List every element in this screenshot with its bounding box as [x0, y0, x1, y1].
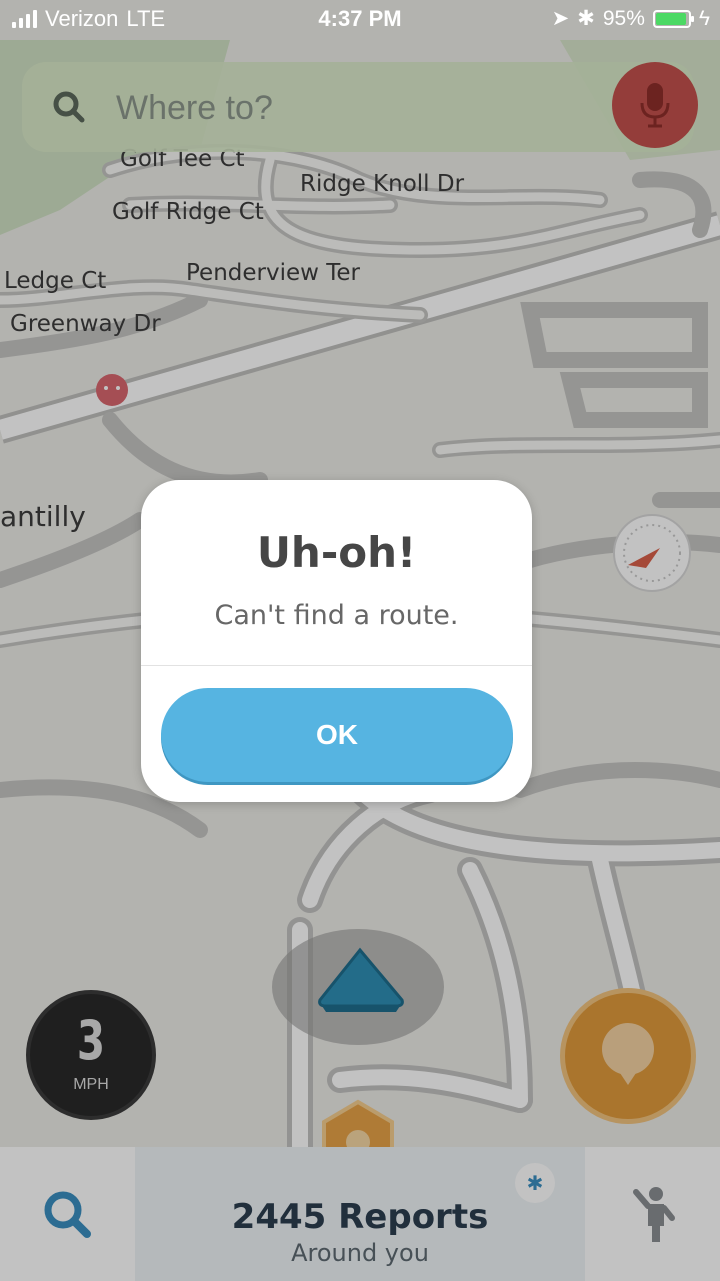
ok-button[interactable]: OK: [161, 688, 513, 782]
waze-app: Golf Tee Ct Ridge Knoll Dr Golf Ridge Ct…: [0, 0, 720, 1281]
battery-icon: [652, 9, 694, 28]
status-bar: Verizon LTE 4:37 PM ➤ ✱ 95% ϟ: [0, 0, 720, 40]
battery-percent: 95%: [602, 6, 645, 30]
error-dialog: Uh-oh! Can't find a route. OK: [141, 480, 532, 802]
location-arrow-icon: ➤: [551, 7, 570, 30]
dialog-divider: [141, 665, 532, 666]
bluetooth-icon: ✱: [577, 7, 595, 30]
dialog-message: Can't find a route.: [214, 600, 459, 631]
dialog-title: Uh-oh!: [256, 528, 417, 577]
charging-icon: ϟ: [698, 6, 710, 30]
